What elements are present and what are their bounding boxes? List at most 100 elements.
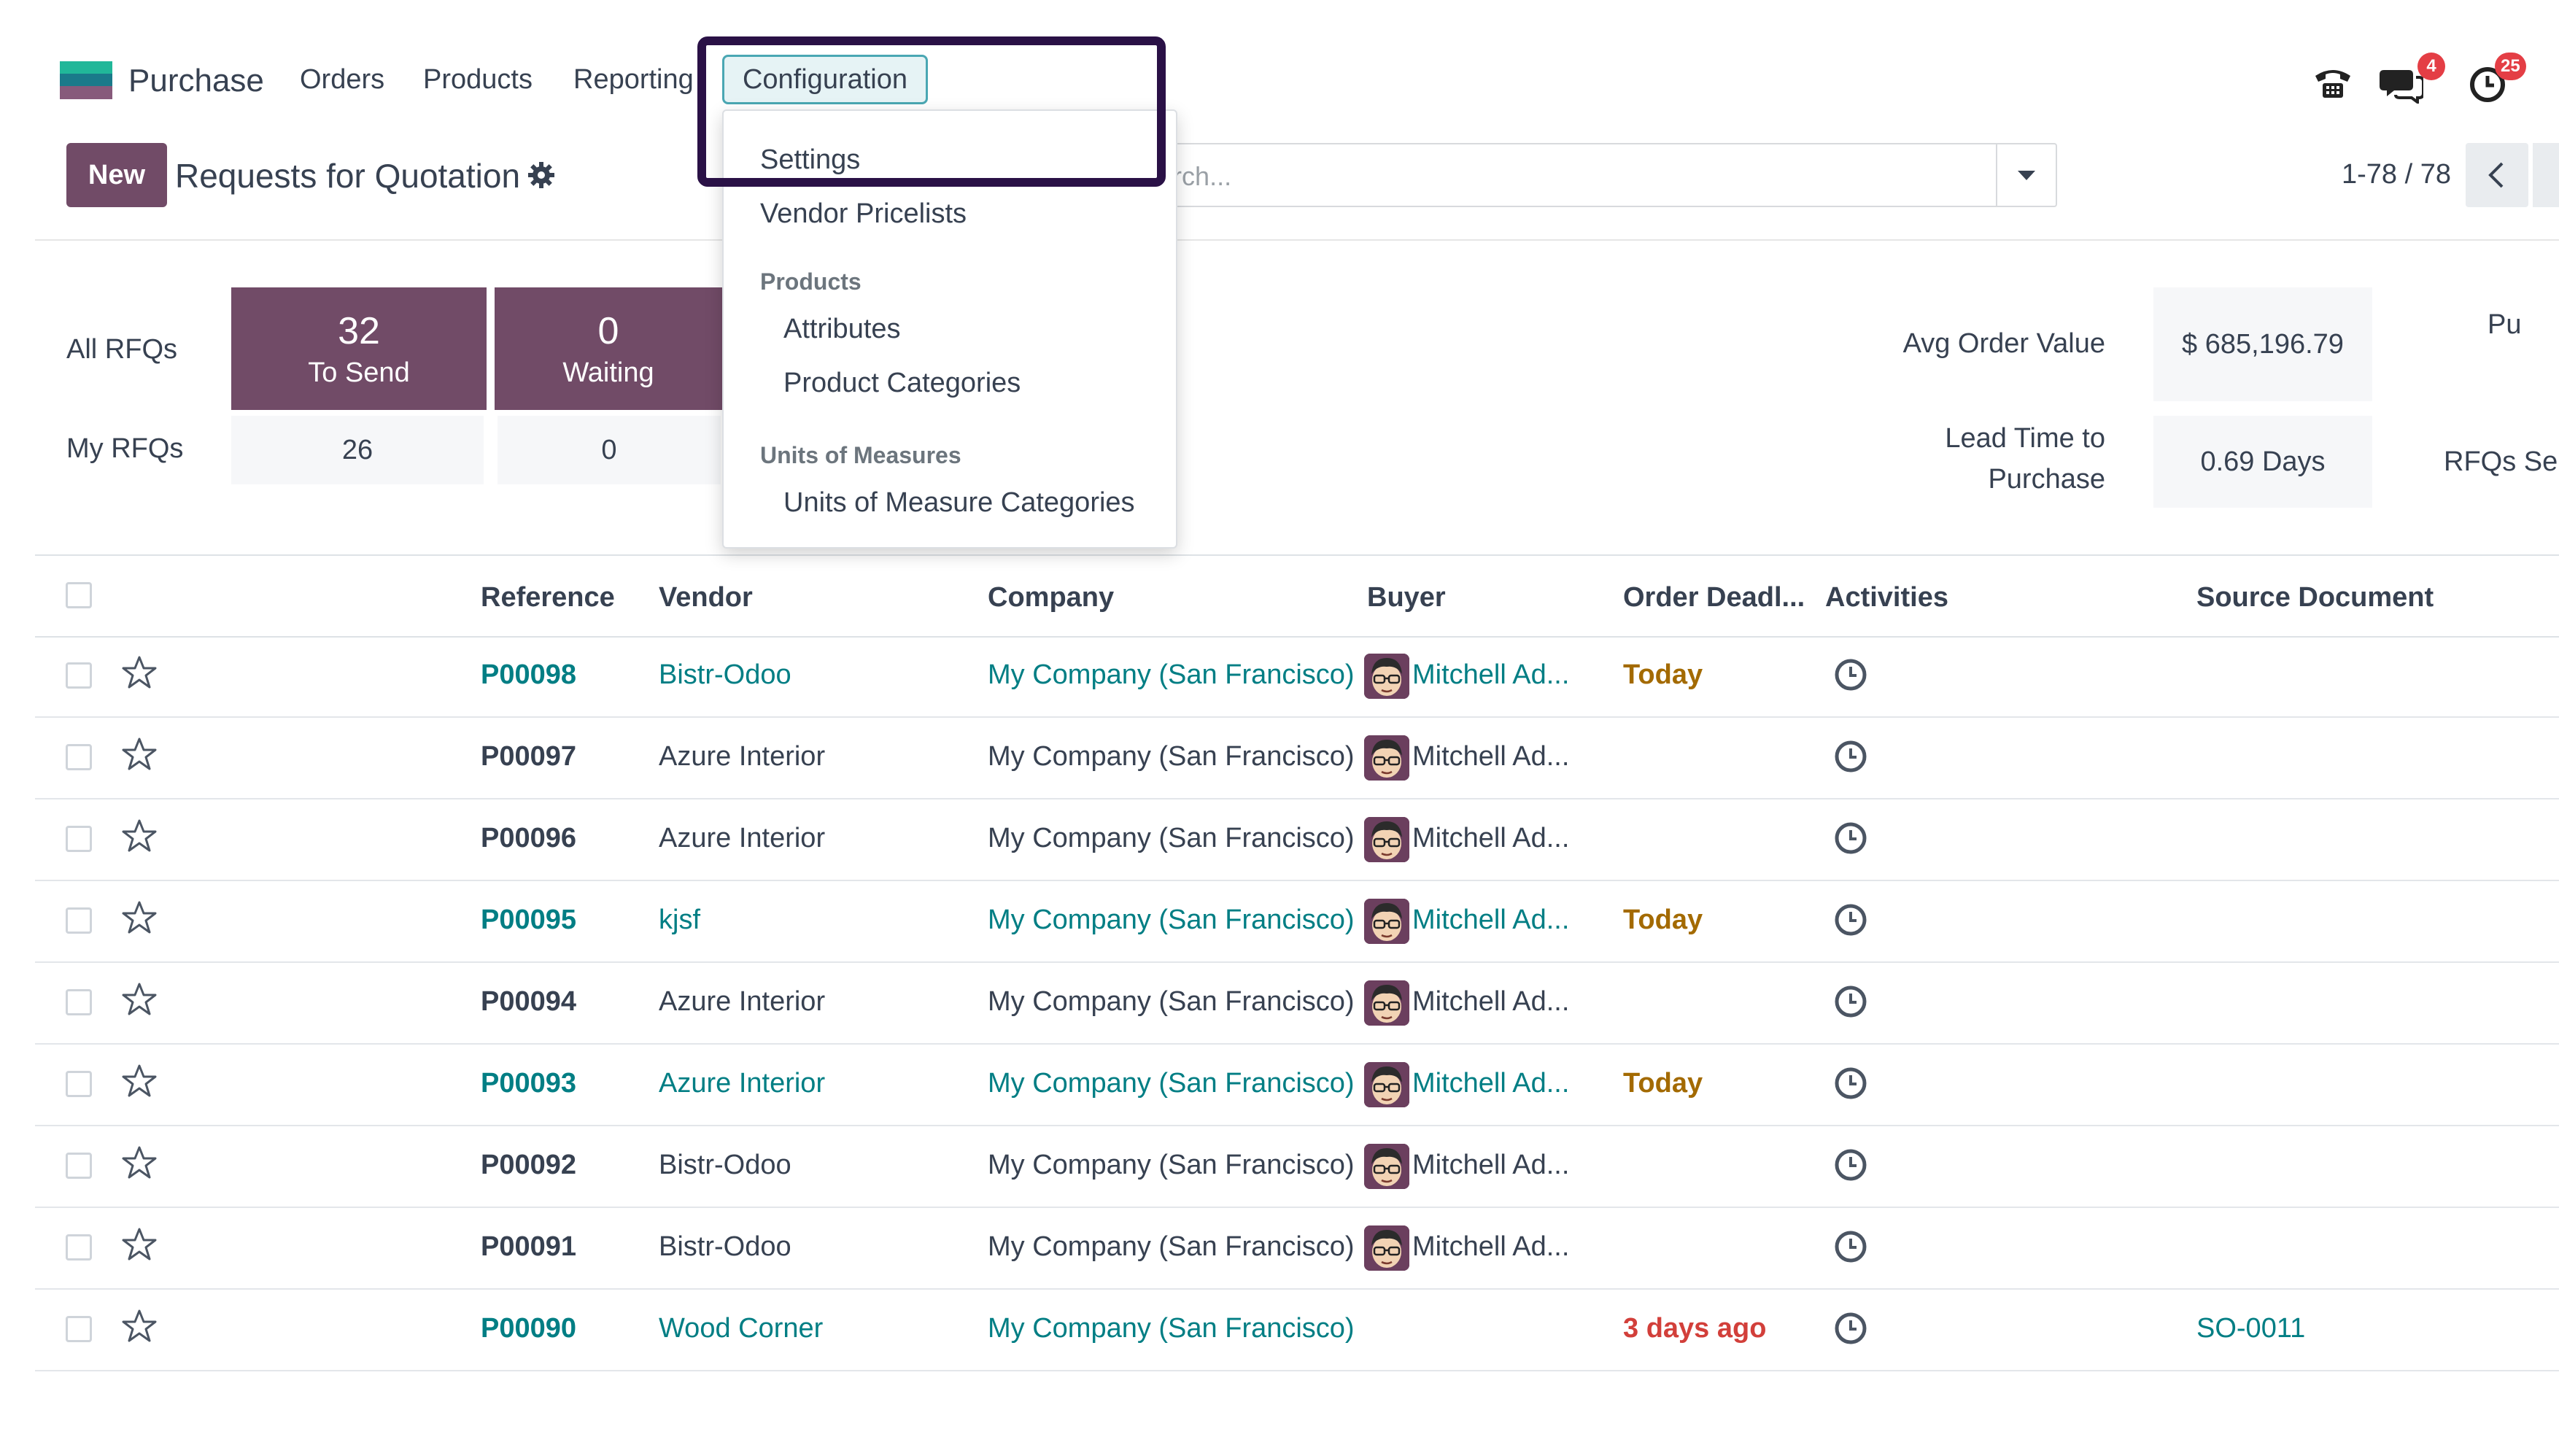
cell-vendor[interactable]: Azure Interior	[659, 741, 825, 772]
cell-reference[interactable]: P00098	[481, 659, 576, 691]
menu-vendor-pricelists[interactable]: Vendor Pricelists	[760, 198, 967, 230]
row-checkbox[interactable]	[66, 1234, 92, 1261]
column-activities[interactable]: Activities	[1825, 582, 1948, 613]
app-name[interactable]: Purchase	[128, 63, 264, 99]
cell-company[interactable]: My Company (San Francisco)	[988, 1068, 1355, 1099]
activity-clock-icon[interactable]	[1834, 903, 1867, 940]
stat-tile-waiting[interactable]: 0 Waiting	[495, 287, 722, 410]
column-source-document[interactable]: Source Document	[2196, 582, 2434, 613]
row-checkbox[interactable]	[66, 989, 92, 1015]
cell-reference[interactable]: P00097	[481, 741, 576, 772]
nav-reporting[interactable]: Reporting	[573, 64, 694, 96]
my-waiting-count[interactable]: 0	[498, 416, 721, 484]
gear-icon[interactable]	[527, 160, 556, 193]
search-options-toggle[interactable]	[1996, 144, 2056, 206]
cell-buyer[interactable]: Mitchell Ad...	[1412, 905, 1569, 936]
cell-company[interactable]: My Company (San Francisco)	[988, 1313, 1355, 1344]
cell-reference[interactable]: P00090	[481, 1313, 576, 1344]
my-to-send-count[interactable]: 26	[231, 416, 484, 484]
nav-orders[interactable]: Orders	[300, 64, 384, 96]
cell-buyer[interactable]: Mitchell Ad...	[1412, 823, 1569, 854]
cell-buyer[interactable]: Mitchell Ad...	[1412, 659, 1569, 691]
star-icon[interactable]	[121, 655, 158, 694]
cell-company[interactable]: My Company (San Francisco)	[988, 823, 1355, 854]
table-row[interactable]: P00097 Azure Interior My Company (San Fran…	[35, 716, 2559, 799]
cell-buyer[interactable]: Mitchell Ad...	[1412, 741, 1569, 772]
star-icon[interactable]	[121, 900, 158, 939]
cell-company[interactable]: My Company (San Francisco)	[988, 1231, 1355, 1263]
cell-vendor[interactable]: Azure Interior	[659, 1068, 825, 1099]
nav-products[interactable]: Products	[423, 64, 533, 96]
activity-clock-icon[interactable]	[1834, 740, 1867, 777]
activity-clock-icon[interactable]	[1834, 658, 1867, 695]
column-vendor[interactable]: Vendor	[659, 582, 753, 613]
table-row[interactable]: P00098 Bistr-Odoo My Company (San Francisc…	[35, 635, 2559, 718]
cell-source-document[interactable]: SO-0011	[2196, 1313, 2305, 1344]
activity-clock-icon[interactable]	[1834, 821, 1867, 859]
new-button[interactable]: New	[66, 143, 167, 207]
star-icon[interactable]	[121, 1309, 158, 1347]
cell-vendor[interactable]: Azure Interior	[659, 823, 825, 854]
menu-uom-categories[interactable]: Units of Measure Categories	[783, 487, 1135, 519]
cell-vendor[interactable]: Wood Corner	[659, 1313, 823, 1344]
cell-company[interactable]: My Company (San Francisco)	[988, 1150, 1355, 1181]
table-row[interactable]: P00093 Azure Interior My Company (San Fran…	[35, 1043, 2559, 1126]
search-input[interactable]	[1125, 159, 1974, 194]
purchase-app-logo-icon[interactable]	[60, 61, 112, 99]
table-row[interactable]: P00094 Azure Interior My Company (San Fran…	[35, 961, 2559, 1045]
cell-buyer[interactable]: Mitchell Ad...	[1412, 1231, 1569, 1263]
column-order-deadline[interactable]: Order Deadl...	[1623, 582, 1805, 613]
table-row[interactable]: P00096 Azure Interior My Company (San Fran…	[35, 798, 2559, 881]
pager-value[interactable]: 1-78 / 78	[2342, 159, 2451, 190]
activity-clock-icon[interactable]	[1834, 1148, 1867, 1185]
table-row[interactable]: P00092 Bistr-Odoo My Company (San Francisc…	[35, 1125, 2559, 1208]
cell-vendor[interactable]: Bistr-Odoo	[659, 1231, 791, 1263]
cell-vendor[interactable]: kjsf	[659, 905, 700, 936]
row-checkbox[interactable]	[66, 826, 92, 852]
row-checkbox[interactable]	[66, 1153, 92, 1179]
table-row[interactable]: P00090 Wood Corner My Company (San Francis…	[35, 1288, 2559, 1371]
star-icon[interactable]	[121, 1145, 158, 1184]
star-icon[interactable]	[121, 982, 158, 1021]
cell-reference[interactable]: P00096	[481, 823, 576, 854]
menu-attributes[interactable]: Attributes	[783, 314, 901, 345]
row-checkbox[interactable]	[66, 744, 92, 770]
row-checkbox[interactable]	[66, 662, 92, 689]
menu-product-categories[interactable]: Product Categories	[783, 368, 1021, 399]
cell-company[interactable]: My Company (San Francisco)	[988, 741, 1355, 772]
star-icon[interactable]	[121, 737, 158, 775]
cell-reference[interactable]: P00094	[481, 986, 576, 1018]
messages-button[interactable]: 4	[2380, 53, 2460, 108]
cell-company[interactable]: My Company (San Francisco)	[988, 659, 1355, 691]
table-row[interactable]: P00095 kjsf My Company (San Francisco) Mitc…	[35, 880, 2559, 963]
cell-reference[interactable]: P00091	[481, 1231, 576, 1263]
cell-vendor[interactable]: Azure Interior	[659, 986, 825, 1018]
stat-tile-to-send[interactable]: 32 To Send	[231, 287, 487, 410]
cell-reference[interactable]: P00092	[481, 1150, 576, 1181]
activity-clock-icon[interactable]	[1834, 1066, 1867, 1104]
row-checkbox[interactable]	[66, 1316, 92, 1342]
cell-company[interactable]: My Company (San Francisco)	[988, 986, 1355, 1018]
pager-next-button[interactable]	[2533, 143, 2559, 207]
activity-clock-icon[interactable]	[1834, 985, 1867, 1022]
cell-buyer[interactable]: Mitchell Ad...	[1412, 1068, 1569, 1099]
star-icon[interactable]	[121, 818, 158, 857]
activity-clock-icon[interactable]	[1834, 1312, 1867, 1349]
column-buyer[interactable]: Buyer	[1367, 582, 1446, 613]
pager-previous-button[interactable]	[2466, 143, 2528, 207]
cell-buyer[interactable]: Mitchell Ad...	[1412, 986, 1569, 1018]
row-checkbox[interactable]	[66, 1071, 92, 1097]
select-all-checkbox[interactable]	[66, 582, 92, 608]
cell-reference[interactable]: P00095	[481, 905, 576, 936]
star-icon[interactable]	[121, 1227, 158, 1266]
cell-reference[interactable]: P00093	[481, 1068, 576, 1099]
column-reference[interactable]: Reference	[481, 582, 615, 613]
column-company[interactable]: Company	[988, 582, 1114, 613]
cell-buyer[interactable]: Mitchell Ad...	[1412, 1150, 1569, 1181]
activities-button[interactable]: 25	[2469, 53, 2559, 108]
table-row[interactable]: P00091 Bistr-Odoo My Company (San Francisc…	[35, 1207, 2559, 1290]
cell-vendor[interactable]: Bistr-Odoo	[659, 659, 791, 691]
cell-company[interactable]: My Company (San Francisco)	[988, 905, 1355, 936]
activity-clock-icon[interactable]	[1834, 1230, 1867, 1267]
star-icon[interactable]	[121, 1064, 158, 1102]
